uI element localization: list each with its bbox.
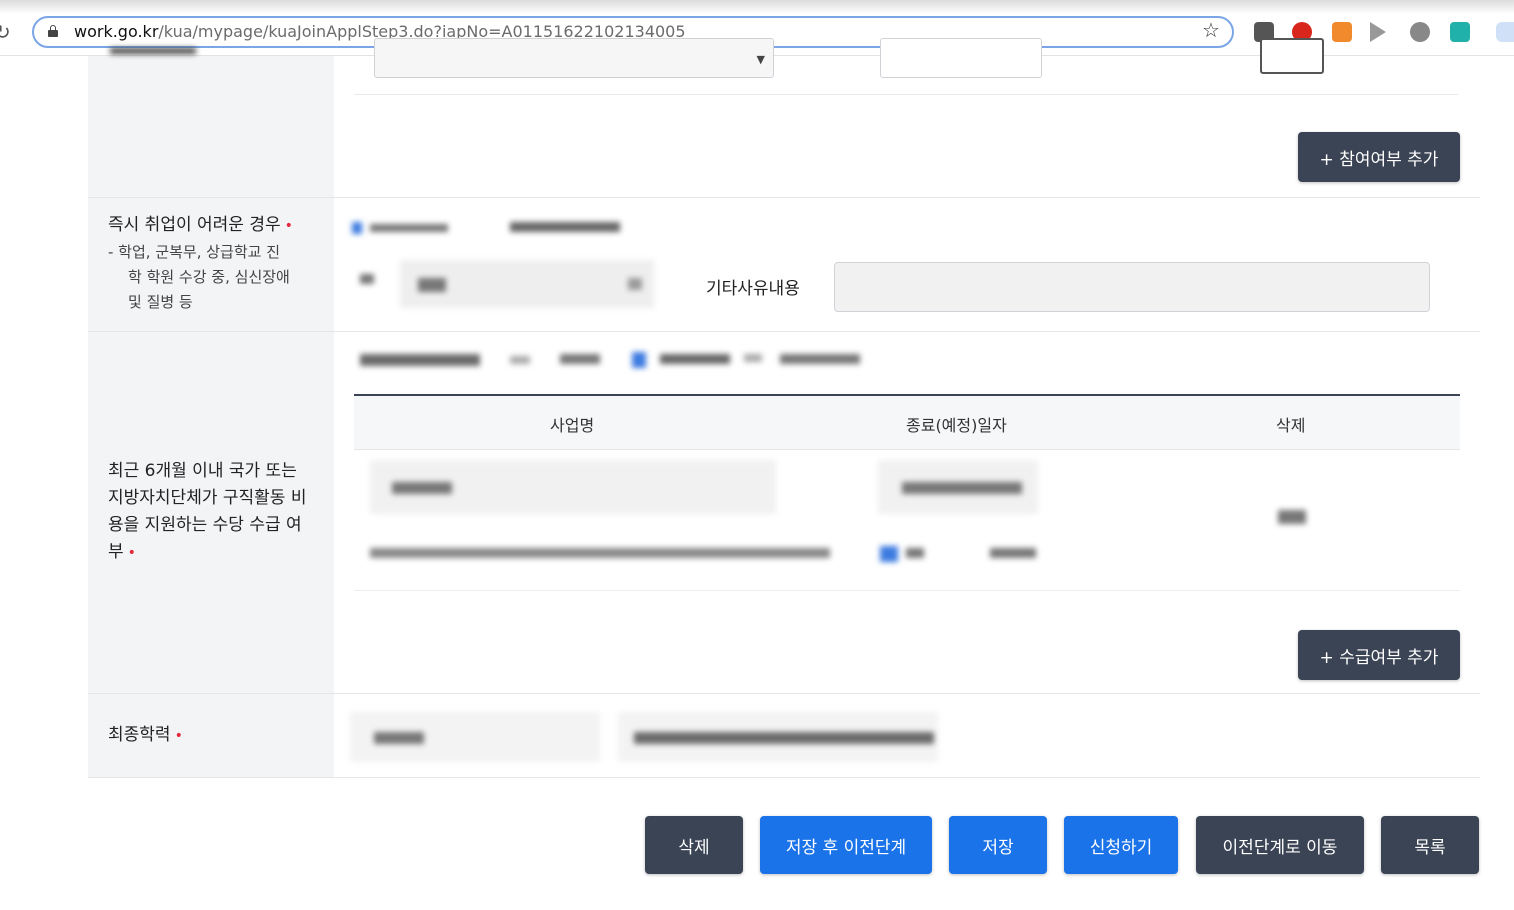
allowance-radio-options[interactable] xyxy=(360,348,870,372)
difficult-employment-header: 즉시 취업이 어려운 경우 • - 학업, 군복무, 상급학교 진 학 학원 수강… xyxy=(88,198,334,331)
lock-icon xyxy=(48,25,58,37)
end-date-hint xyxy=(880,542,1040,566)
allowance-header: 최근 6개월 이내 국가 또는 지방자치단체가 구직활동 비 용을 지원하는 수… xyxy=(88,332,334,693)
required-marker: • xyxy=(127,545,136,561)
difficult-employment-row: 즉시 취업이 어려운 경우 • - 학업, 군복무, 상급학교 진 학 학원 수강… xyxy=(88,198,1480,332)
education-header: 최종학력 • xyxy=(88,694,334,777)
go-prev-step-button[interactable]: 이전단계로 이동 xyxy=(1196,816,1364,874)
reason-select[interactable] xyxy=(400,260,654,308)
play-icon[interactable] xyxy=(1370,22,1386,42)
education-label: 최종학력 xyxy=(108,725,171,745)
other-reason-label: 기타사유내용 xyxy=(706,279,800,299)
column-delete: 삭제 xyxy=(1276,416,1306,435)
extension-icon-5[interactable] xyxy=(1410,22,1430,42)
reload-icon[interactable]: ↻ xyxy=(0,20,11,44)
end-date-input[interactable] xyxy=(878,460,1038,514)
difficult-employment-label: 즉시 취업이 어려운 경우 xyxy=(108,215,281,235)
allowance-label-4: 부 xyxy=(108,542,124,562)
other-reason-input[interactable] xyxy=(834,262,1430,312)
reason-radio-options[interactable] xyxy=(352,216,632,240)
business-name-input[interactable] xyxy=(370,460,776,514)
bookmark-star-icon[interactable]: ☆ xyxy=(1202,18,1220,42)
participation-row: ▼ + 참여여부 추가 xyxy=(88,38,1480,198)
profile-icon[interactable] xyxy=(1496,22,1514,42)
participation-date-input[interactable] xyxy=(880,38,1042,78)
allowance-label-2: 지방자치단체가 구직활동 비 xyxy=(108,488,307,508)
required-marker: • xyxy=(284,218,293,234)
business-name-hint xyxy=(370,544,840,564)
chevron-down-icon: ▼ xyxy=(756,53,765,66)
apply-button[interactable]: 신청하기 xyxy=(1064,816,1178,874)
column-end-date: 종료(예정)일자 xyxy=(906,416,1007,435)
extension-icon-3[interactable] xyxy=(1332,22,1352,42)
save-button[interactable]: 저장 xyxy=(949,816,1047,874)
allowance-table-header: 사업명 종료(예정)일자 삭제 xyxy=(354,396,1460,450)
allowance-label-1: 최근 6개월 이내 국가 또는 xyxy=(108,461,297,481)
list-button[interactable]: 목록 xyxy=(1381,816,1479,874)
url-host: work.go.kr xyxy=(74,22,159,41)
allowance-row: 최근 6개월 이내 국가 또는 지방자치단체가 구직활동 비 용을 지원하는 수… xyxy=(88,332,1480,694)
extension-icon-6[interactable] xyxy=(1450,22,1470,42)
column-business-name: 사업명 xyxy=(550,416,595,435)
education-select[interactable] xyxy=(350,712,600,762)
delete-button[interactable]: 삭제 xyxy=(645,816,743,874)
difficult-employment-sub-1: - 학업, 군복무, 상급학교 진 xyxy=(108,243,281,261)
row-delete-button[interactable] xyxy=(1274,504,1314,532)
divider xyxy=(354,94,1458,95)
add-participation-button[interactable]: + 참여여부 추가 xyxy=(1298,132,1460,182)
difficult-employment-sub-2: 학 학원 수강 중, 심신장애 xyxy=(128,268,290,286)
education-row: 최종학력 • xyxy=(88,694,1480,778)
education-detail-select[interactable] xyxy=(618,712,938,762)
tab-strip-edge xyxy=(0,0,1514,14)
allowance-label-3: 용을 지원하는 수당 수급 여 xyxy=(108,515,302,535)
add-allowance-button[interactable]: + 수급여부 추가 xyxy=(1298,630,1460,680)
save-and-prev-button[interactable]: 저장 후 이전단계 xyxy=(760,816,932,874)
participation-select[interactable]: ▼ xyxy=(374,38,774,78)
participation-header xyxy=(88,48,334,197)
required-marker: • xyxy=(174,728,183,744)
participation-delete-button[interactable] xyxy=(1260,38,1324,74)
reason-radio-other[interactable] xyxy=(352,262,382,296)
difficult-employment-sub-3: 및 질병 등 xyxy=(128,293,193,311)
